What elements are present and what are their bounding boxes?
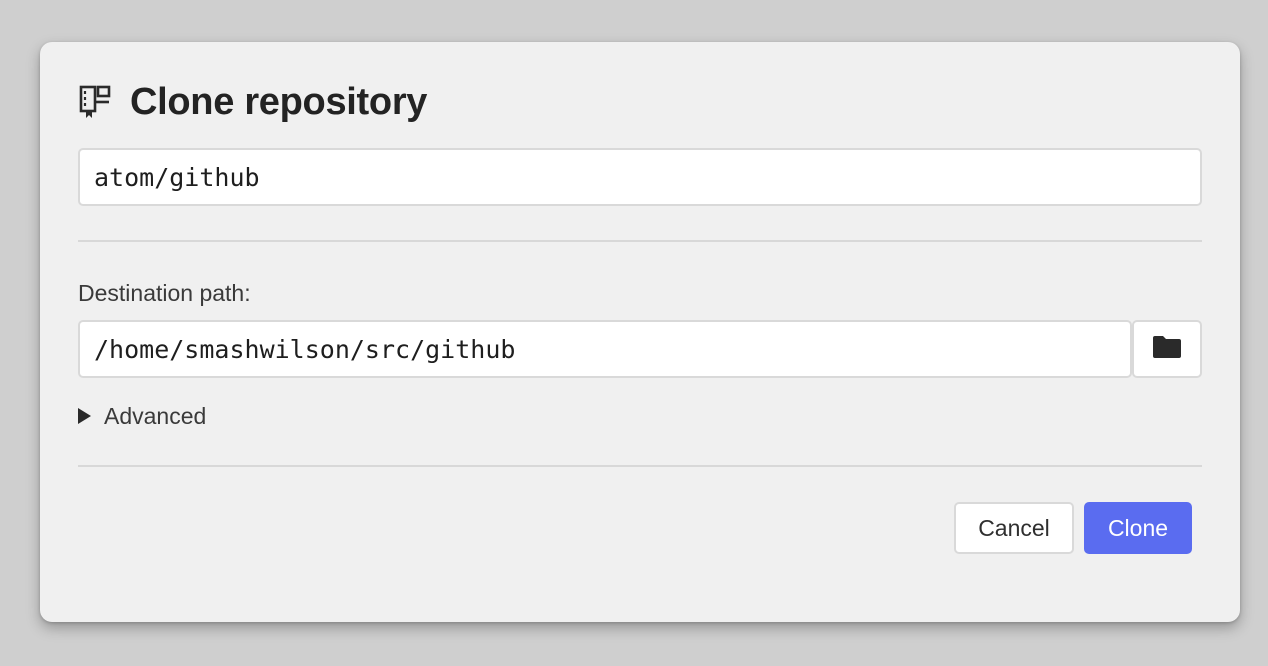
advanced-toggle[interactable]: Advanced: [78, 400, 206, 432]
destination-path-input[interactable]: [78, 320, 1132, 378]
clone-repository-dialog: Clone repository Destination path: Advan…: [40, 42, 1240, 622]
cancel-button[interactable]: Cancel: [954, 502, 1074, 554]
folder-icon: [1152, 335, 1182, 364]
repo-clone-icon: [78, 84, 112, 120]
dialog-title: Clone repository: [130, 80, 428, 123]
divider: [78, 240, 1202, 242]
browse-folder-button[interactable]: [1132, 320, 1202, 378]
clone-button[interactable]: Clone: [1084, 502, 1192, 554]
advanced-label: Advanced: [104, 402, 207, 429]
divider: [78, 465, 1202, 467]
disclosure-triangle-icon: [78, 408, 91, 424]
dialog-header: Clone repository: [78, 80, 427, 124]
repository-input[interactable]: [78, 148, 1202, 206]
destination-path-label: Destination path:: [78, 280, 251, 306]
